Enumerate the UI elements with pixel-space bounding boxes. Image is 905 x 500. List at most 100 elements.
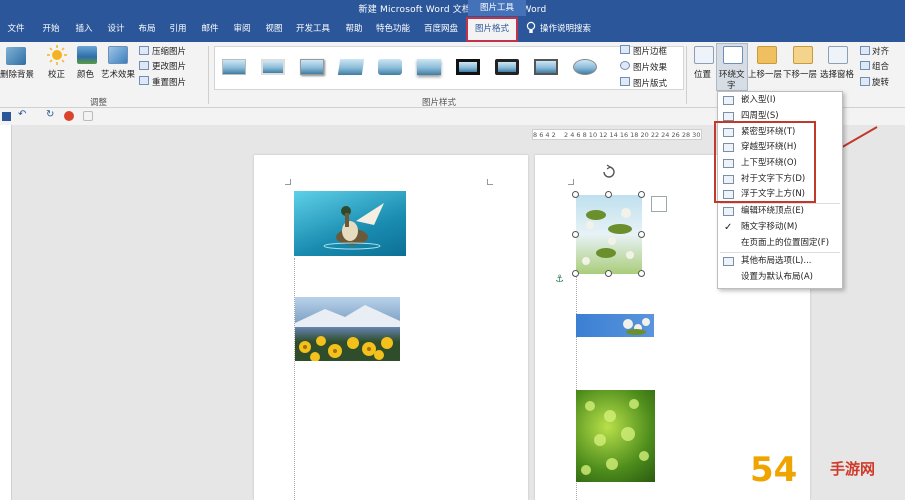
- tab-insert[interactable]: 插入: [70, 16, 98, 42]
- margin-mark: [285, 179, 291, 185]
- rotate-button[interactable]: 旋转: [872, 76, 889, 88]
- tab-references[interactable]: 引用: [164, 16, 192, 42]
- resize-handle[interactable]: [572, 270, 579, 277]
- corrections-button[interactable]: 校正: [48, 68, 65, 80]
- layout-options-icon: [723, 257, 734, 266]
- menu-item-more-layout-options[interactable]: 其他布局选项(L)...: [718, 254, 842, 269]
- title-bar: 新建 Microsoft Word 文档 (2).docx - Word: [0, 0, 905, 16]
- undo-icon[interactable]: ↶: [18, 109, 26, 120]
- duck-photo[interactable]: [294, 191, 406, 256]
- bring-forward-icon[interactable]: [757, 46, 777, 64]
- tab-baidu-netdisk[interactable]: 百度网盘: [421, 16, 461, 42]
- group-icon: [860, 61, 870, 70]
- picture-tools-tag: 图片工具: [468, 0, 526, 16]
- margin-mark: [487, 179, 493, 185]
- menu-item-set-default[interactable]: 设置为默认布局(A): [718, 270, 842, 285]
- picture-layout-button[interactable]: 图片版式: [633, 77, 667, 89]
- ribbon-tab-bar: 文件 开始 插入 设计 布局 引用 邮件 审阅 视图 开发工具 帮助 特色功能 …: [0, 16, 905, 42]
- position-icon[interactable]: [694, 46, 714, 64]
- resize-handle[interactable]: [605, 191, 612, 198]
- picture-border-button[interactable]: 图片边框: [633, 45, 667, 57]
- tell-me-search[interactable]: 操作说明搜索: [540, 16, 591, 42]
- style-thumb[interactable]: [414, 55, 444, 79]
- tab-developer[interactable]: 开发工具: [294, 16, 332, 42]
- resize-handle[interactable]: [638, 270, 645, 277]
- inline-icon: [723, 96, 734, 105]
- tab-picture-format[interactable]: 图片格式: [466, 17, 518, 42]
- resize-handle[interactable]: [572, 191, 579, 198]
- picture-border-icon: [620, 45, 630, 54]
- style-thumb[interactable]: [297, 55, 327, 79]
- menu-item-label: 在页面上的位置固定(F): [741, 238, 830, 248]
- menu-item-move-with-text[interactable]: ✓ 随文字移动(M): [718, 220, 842, 235]
- resize-handle[interactable]: [605, 270, 612, 277]
- style-thumb[interactable]: [492, 55, 522, 79]
- resize-handle[interactable]: [572, 231, 579, 238]
- menu-item-edit-wrap-points[interactable]: 编辑环绕顶点(E): [718, 204, 842, 219]
- send-backward-icon[interactable]: [793, 46, 813, 64]
- send-backward-button[interactable]: 下移一层: [783, 68, 817, 80]
- style-thumb[interactable]: [453, 55, 483, 79]
- tab-design[interactable]: 设计: [102, 16, 130, 42]
- color-icon[interactable]: [77, 46, 97, 64]
- tab-mailings[interactable]: 邮件: [196, 16, 224, 42]
- selection-pane-button[interactable]: 选择窗格: [820, 68, 854, 80]
- menu-divider: [720, 252, 840, 253]
- layout-options-icon[interactable]: [651, 196, 667, 212]
- green-leaves-photo[interactable]: [576, 390, 655, 482]
- highlight-box: [714, 121, 816, 203]
- tab-view[interactable]: 视图: [260, 16, 288, 42]
- style-thumb[interactable]: [258, 55, 288, 79]
- sky-blossom-strip-photo[interactable]: [576, 314, 654, 337]
- picture-styles-group-label: 图片样式: [422, 98, 457, 108]
- reset-picture-button[interactable]: 重置图片: [152, 76, 186, 88]
- remove-background-button[interactable]: 删除背景: [0, 68, 34, 80]
- style-thumb[interactable]: [219, 55, 249, 79]
- window-title: 新建 Microsoft Word 文档 (2).docx - Word: [358, 5, 547, 15]
- bring-forward-button[interactable]: 上移一层: [748, 68, 782, 80]
- anchor-icon: ⚓: [555, 274, 564, 285]
- record-icon[interactable]: [64, 111, 74, 121]
- edit-points-icon: [723, 207, 734, 216]
- menu-item-fix-position[interactable]: 在页面上的位置固定(F): [718, 236, 842, 251]
- selection-pane-icon[interactable]: [828, 46, 848, 64]
- change-picture-button[interactable]: 更改图片: [152, 60, 186, 72]
- compress-icon: [139, 46, 149, 55]
- flower-field-photo[interactable]: [295, 297, 400, 361]
- rotate-handle-icon[interactable]: [601, 164, 617, 180]
- tab-review[interactable]: 审阅: [228, 16, 256, 42]
- group-button[interactable]: 组合: [872, 60, 889, 72]
- redo-icon[interactable]: ↻: [46, 109, 54, 120]
- resize-handle[interactable]: [638, 191, 645, 198]
- tab-file[interactable]: 文件: [2, 16, 30, 42]
- align-button[interactable]: 对齐: [872, 45, 889, 57]
- margin-mark: [568, 179, 574, 185]
- menu-item-inline[interactable]: 嵌入型(I): [718, 93, 842, 108]
- color-button[interactable]: 颜色: [77, 68, 94, 80]
- sun-icon[interactable]: [47, 45, 67, 65]
- tab-layout[interactable]: 布局: [133, 16, 161, 42]
- align-icon: [860, 46, 870, 55]
- style-thumb[interactable]: [336, 55, 366, 79]
- menu-item-label: 四周型(S): [741, 111, 779, 121]
- picture-styles-gallery[interactable]: [214, 46, 684, 90]
- tab-help[interactable]: 帮助: [340, 16, 368, 42]
- tab-features[interactable]: 特色功能: [374, 16, 412, 42]
- picture-effects-button[interactable]: 图片效果: [633, 61, 667, 73]
- compress-pictures-button[interactable]: 压缩图片: [152, 45, 186, 57]
- checkmark-icon: ✓: [724, 222, 733, 233]
- remove-background-icon[interactable]: [6, 47, 26, 65]
- artistic-effects-button[interactable]: 艺术效果: [101, 68, 135, 80]
- style-thumb[interactable]: [531, 55, 561, 79]
- style-thumb[interactable]: [375, 55, 405, 79]
- picture-effects-icon: [620, 61, 630, 70]
- position-button[interactable]: 位置: [694, 68, 711, 80]
- style-thumb[interactable]: [570, 55, 600, 79]
- tab-home[interactable]: 开始: [37, 16, 65, 42]
- artistic-effects-icon[interactable]: [108, 46, 128, 64]
- lock-icon[interactable]: [83, 111, 93, 121]
- resize-handle[interactable]: [638, 231, 645, 238]
- menu-item-label: 编辑环绕顶点(E): [741, 206, 805, 216]
- selected-blossom-photo[interactable]: [576, 195, 642, 274]
- save-icon[interactable]: [2, 112, 11, 121]
